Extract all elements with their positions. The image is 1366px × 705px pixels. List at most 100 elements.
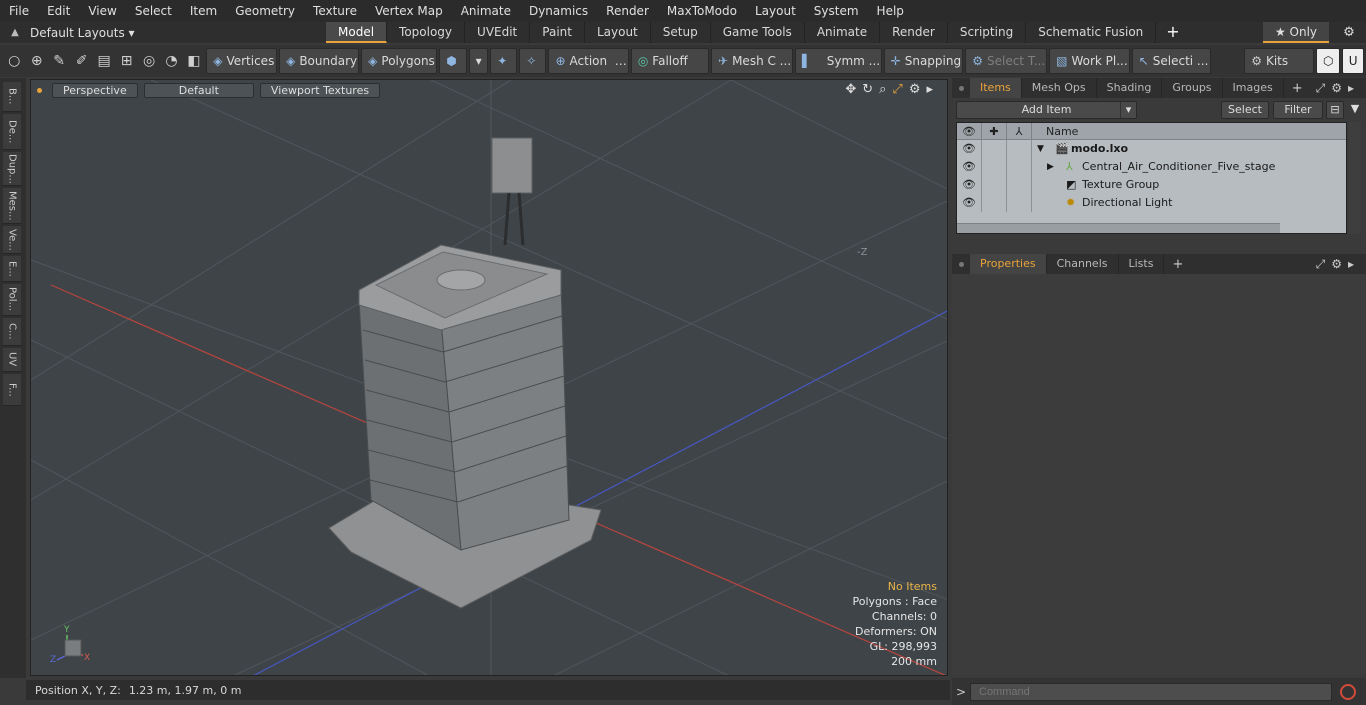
left-tab-basic[interactable]: B... (3, 82, 21, 112)
select-button[interactable]: Select (1221, 101, 1269, 119)
lock-cell[interactable] (982, 176, 1007, 194)
record-macro-icon[interactable] (1340, 683, 1356, 700)
funnel-icon[interactable]: ▼ (1347, 101, 1363, 119)
unreal-button[interactable]: U (1341, 48, 1364, 74)
menu-dynamics[interactable]: Dynamics (520, 0, 597, 22)
cube-icon[interactable]: ◧ (184, 50, 204, 72)
left-tab-duplicate[interactable]: Dup... (3, 152, 21, 186)
mesh-constraint-button[interactable]: ✈ Mesh C ... (711, 48, 794, 74)
gear-icon[interactable]: ⚙ (1338, 22, 1360, 43)
rotate-icon[interactable]: ↻ (862, 82, 873, 97)
perspective-dropdown[interactable]: Perspective (52, 82, 138, 98)
selection-button[interactable]: ↖ Selecti ... (1131, 48, 1211, 74)
unity-button[interactable]: ⬡ (1316, 48, 1340, 74)
list-item[interactable]: 👁 ▶ ⅄ Central_Air_Conditioner_Five_stage (957, 158, 1346, 176)
symmetry-button[interactable]: ▌ Symm ... (795, 48, 882, 74)
polygons-button[interactable]: ◈ Polygons (361, 48, 438, 74)
tab-shading[interactable]: Shading (1097, 78, 1163, 98)
viewport-textures-dropdown[interactable]: Viewport Textures (259, 82, 381, 98)
snapping-button[interactable]: ✛ Snapping (883, 48, 964, 74)
ring-icon[interactable]: ◎ (139, 50, 159, 72)
air-conditioner-model[interactable] (328, 137, 602, 609)
layout-toggle-icon[interactable]: ▲ (0, 27, 30, 38)
lock-cell[interactable] (982, 194, 1007, 212)
zoom-icon[interactable]: ⌕ (879, 82, 886, 97)
left-tab-edge[interactable]: E... (3, 256, 21, 282)
menu-system[interactable]: System (805, 0, 868, 22)
circle-select-icon[interactable]: ○ (4, 50, 24, 72)
tab-animate[interactable]: Animate (805, 22, 881, 43)
default-layouts-dropdown[interactable]: Default Layouts ▾ (30, 26, 326, 40)
tab-layout[interactable]: Layout (585, 22, 651, 43)
tab-images[interactable]: Images (1223, 78, 1284, 98)
eye-icon[interactable]: 👁 (957, 140, 982, 158)
left-tab-mesh-edit[interactable]: Mes... (3, 188, 21, 224)
props-panel-controls[interactable]: ⤢⚙▸ (1316, 254, 1360, 274)
material-mode-button[interactable]: ⬢ (439, 48, 467, 74)
tab-game-tools[interactable]: Game Tools (711, 22, 805, 43)
tab-properties[interactable]: Properties (970, 254, 1047, 274)
left-tab-uv[interactable]: UV (3, 348, 21, 372)
maximize-icon[interactable]: ⤢ (892, 82, 902, 97)
tab-paint[interactable]: Paint (530, 22, 585, 43)
pan-icon[interactable]: ✥ (845, 82, 856, 97)
left-tab-polygon[interactable]: Pol... (3, 284, 21, 316)
pie-icon[interactable]: ◔ (161, 50, 181, 72)
center-icon[interactable]: ⊞ (116, 50, 136, 72)
command-input[interactable] (970, 682, 1332, 701)
lock-cell[interactable] (982, 158, 1007, 176)
filter-button[interactable]: Filter (1273, 101, 1323, 119)
name-column-header[interactable]: Name (1032, 125, 1078, 138)
tab-groups[interactable]: Groups (1162, 78, 1223, 98)
menu-file[interactable]: File (0, 0, 38, 22)
tab-render[interactable]: Render (880, 22, 948, 43)
symmetry-sphere-2-button[interactable]: ✧ (519, 48, 547, 74)
select-through-button[interactable]: ⚙ Select T... (965, 48, 1048, 74)
items-panel-controls[interactable]: ⤢⚙▸ (1316, 78, 1360, 98)
lock-column-icon[interactable]: ✚ (982, 123, 1007, 140)
work-plane-button[interactable]: ▧ Work Pl... (1049, 48, 1130, 74)
viewport-scene[interactable]: -Z Y X Z (31, 80, 948, 676)
list-item[interactable]: 👁 ✹ Directional Light (957, 194, 1346, 212)
menu-select[interactable]: Select (126, 0, 181, 22)
add-panel-tab-icon[interactable]: + (1284, 81, 1311, 96)
visibility-column-icon[interactable]: 👁 (957, 123, 982, 140)
add-props-tab-icon[interactable]: + (1164, 257, 1191, 272)
kits-button[interactable]: ⚙ Kits (1244, 48, 1315, 74)
collapse-icon[interactable]: ⊟ (1326, 101, 1344, 119)
menu-edit[interactable]: Edit (38, 0, 79, 22)
tab-uvedit[interactable]: UVEdit (465, 22, 531, 43)
tab-topology[interactable]: Topology (387, 22, 466, 43)
vertices-button[interactable]: ◈ Vertices (206, 48, 278, 74)
eye-icon[interactable]: 👁 (957, 194, 982, 212)
brush-icon[interactable]: ✐ (71, 50, 91, 72)
tab-mesh-ops[interactable]: Mesh Ops (1022, 78, 1097, 98)
align-icon[interactable]: ▤ (94, 50, 114, 72)
tab-items[interactable]: Items (970, 78, 1022, 98)
tab-model[interactable]: Model (326, 22, 388, 43)
menu-geometry[interactable]: Geometry (226, 0, 304, 22)
menu-maxtomodo[interactable]: MaxToModo (658, 0, 746, 22)
mode-dropdown[interactable]: ▾ (468, 48, 489, 74)
eye-icon[interactable]: 👁 (957, 176, 982, 194)
menu-item[interactable]: Item (181, 0, 226, 22)
menu-layout[interactable]: Layout (746, 0, 805, 22)
collapse-arrow-icon[interactable]: ▼ (1037, 140, 1044, 158)
expand-arrow-icon[interactable]: ▸ (926, 82, 933, 97)
shading-dropdown[interactable]: Default (143, 82, 254, 98)
left-tab-curve[interactable]: C... (3, 318, 21, 346)
list-item[interactable]: 👁 ▼ 🎬 modo.lxo (957, 140, 1346, 158)
vertical-scrollbar[interactable] (1349, 122, 1361, 234)
tab-scripting[interactable]: Scripting (948, 22, 1027, 43)
3d-viewport[interactable]: -Z Y X Z Perspective Default Viewport Te… (30, 79, 948, 676)
menu-render[interactable]: Render (597, 0, 658, 22)
menu-animate[interactable]: Animate (452, 0, 520, 22)
pen-icon[interactable]: ✎ (49, 50, 69, 72)
boundary-button[interactable]: ◈ Boundary (279, 48, 360, 74)
add-item-button[interactable]: Add Item ▾ (956, 101, 1137, 119)
tab-setup[interactable]: Setup (651, 22, 711, 43)
tab-schematic-fusion[interactable]: Schematic Fusion (1026, 22, 1157, 43)
horizontal-scrollbar[interactable] (957, 223, 1280, 233)
menu-texture[interactable]: Texture (304, 0, 366, 22)
globe-icon[interactable]: ⊕ (26, 50, 46, 72)
